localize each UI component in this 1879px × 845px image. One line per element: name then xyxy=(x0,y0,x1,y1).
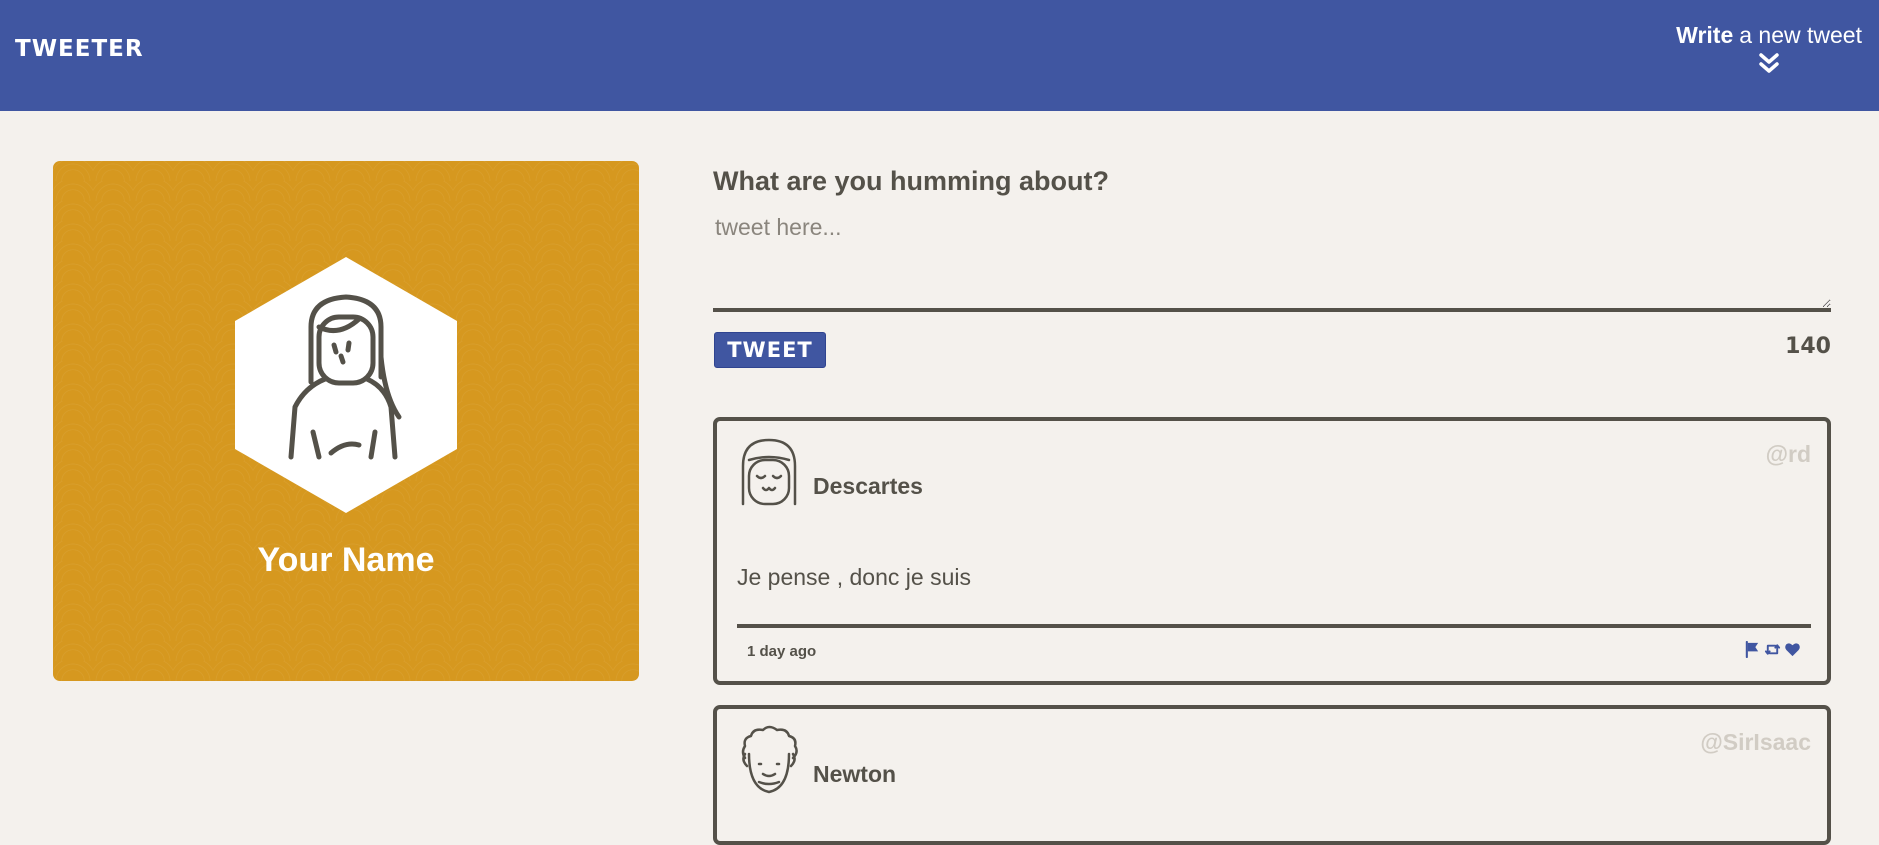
tweet-content: Je pense , donc je suis xyxy=(737,564,971,590)
new-tweet-label: a new tweet xyxy=(1739,22,1862,48)
tweet-actions xyxy=(1744,641,1801,658)
tweet-timestamp: 1 day ago xyxy=(747,643,817,660)
compose-footer: TWEET 140 xyxy=(713,332,1831,382)
profile-avatar xyxy=(235,257,457,513)
tweet-divider xyxy=(737,624,1811,628)
girl-bangs-avatar-icon xyxy=(741,438,797,506)
navbar: TWEETER Write a new tweet xyxy=(0,0,1879,111)
flag-icon[interactable] xyxy=(1744,641,1761,658)
tweet-author: Descartes xyxy=(813,473,923,499)
character-counter: 140 xyxy=(1785,334,1831,359)
write-label: Write xyxy=(1676,22,1734,48)
brand-logo[interactable]: TWEETER xyxy=(15,36,144,62)
write-new-tweet-label: Write a new tweet xyxy=(1676,22,1862,49)
profile-card: Your Name xyxy=(53,161,639,681)
double-chevron-down-icon[interactable] xyxy=(1756,51,1782,77)
tweet-author: Newton xyxy=(813,761,897,787)
tweet-handle: @SirIsaac xyxy=(1700,729,1811,755)
write-new-tweet-toggle[interactable]: Write a new tweet xyxy=(1676,22,1862,77)
profile-name: Your Name xyxy=(257,541,435,579)
compose-prompt: What are you humming about? xyxy=(713,166,1109,196)
retweet-icon[interactable] xyxy=(1764,641,1781,658)
tweet-handle: @rd xyxy=(1765,441,1811,467)
tweet-input[interactable] xyxy=(713,208,1831,312)
heart-icon[interactable] xyxy=(1784,641,1801,658)
tweet-card: Newton @SirIsaac xyxy=(713,705,1831,845)
tweet-card: Descartes @rd Je pense , donc je suis 1 … xyxy=(713,417,1831,685)
new-tweet-form: What are you humming about? TWEET 140 xyxy=(713,166,1831,382)
tweet-button[interactable]: TWEET xyxy=(714,332,826,368)
curly-hair-avatar-icon xyxy=(741,725,798,794)
